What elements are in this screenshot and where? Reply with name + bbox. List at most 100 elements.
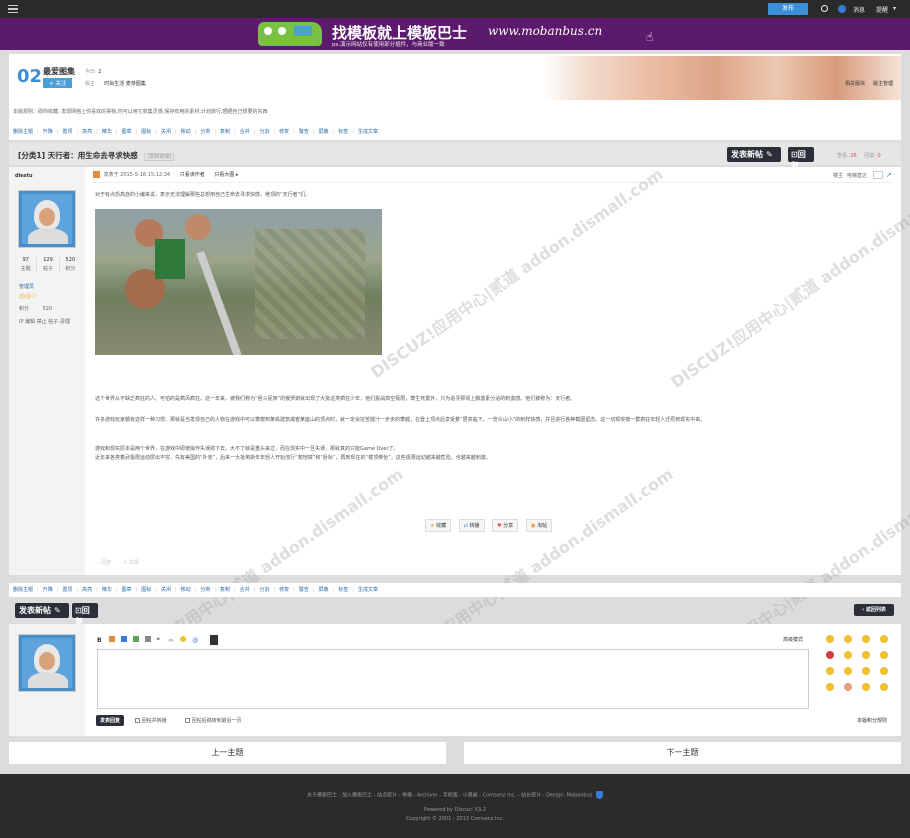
smiley-icon[interactable] [826,635,834,643]
fullscreen-icon[interactable] [210,635,219,645]
reminder-link[interactable]: 提醒 [876,5,888,14]
smiley-icon[interactable] [862,651,870,659]
mod-action-link[interactable]: 合并 [240,129,250,135]
mod-action-link[interactable]: 合并 [240,587,250,593]
smiley-icon[interactable] [844,683,852,691]
thread-category[interactable]: [分类1] [18,151,45,160]
reply-option-1[interactable]: 回帖并转播 [135,717,167,724]
mod-action-link[interactable]: 修复 [279,129,289,135]
footer-links[interactable]: 关于模板巴士 - 加入模板巴士 - 站点统计 - 举报 - Archiver -… [0,791,910,799]
smiley-icon[interactable] [862,683,870,691]
smiley-icon[interactable] [862,635,870,643]
only-author-link[interactable]: 只看该作者 [180,172,205,178]
smiley-icon[interactable] [880,635,888,643]
mod-action-link[interactable]: 生成文章 [358,129,378,135]
mod-list[interactable]: 时尚生活 麦芽图集 [104,81,146,87]
view-large-link[interactable]: 只看大图 [214,172,234,178]
video-icon[interactable] [144,635,151,642]
smiley-icon[interactable] [880,683,888,691]
follow-button[interactable]: + 关注 [43,78,73,88]
mod-action-link[interactable]: 升降 [43,587,53,593]
smiley-icon[interactable] [844,651,852,659]
photo-icon[interactable] [132,635,139,642]
report-link[interactable]: ✎ 举报 [123,560,139,566]
new-post-button[interactable]: 发表新帖 ✎ [727,147,781,162]
advanced-mode-link[interactable]: 高级模式 [783,636,803,643]
smiley-icon[interactable] [826,667,834,675]
mod-action-link[interactable]: 复制 [220,587,230,593]
search-icon[interactable] [821,5,828,12]
mod-action-link[interactable]: 图标 [141,129,151,135]
back-list-button[interactable]: ‹ 返回列表 [854,604,894,616]
moderate-link[interactable]: 版主管理 [873,80,893,87]
footer-links-text[interactable]: 关于模板巴士 - 加入模板巴士 - 站点统计 - 举报 - Archiver -… [307,793,592,799]
mod-action-link[interactable]: 图章 [122,587,132,593]
floor-input[interactable] [873,171,883,179]
mod-action-link[interactable]: 屏蔽 [319,129,329,135]
reply-button[interactable]: ⊡回复 [788,147,814,170]
mod-action-link[interactable]: 移动 [181,587,191,593]
author-stat[interactable]: 520 积分 [60,257,81,272]
mod-action-link[interactable]: 高亮 [82,587,92,593]
color-icon[interactable] [108,635,115,642]
smiley-icon[interactable] [862,667,870,675]
reply-button-bottom[interactable]: ⊡回复 [72,603,98,626]
mod-action-link[interactable]: 移动 [181,129,191,135]
copy-link[interactable]: [复制链接] [144,153,175,161]
reply-link[interactable]: ▭ 回复 [95,560,111,566]
mod-action-link[interactable]: 删除主题 [13,587,33,593]
smiley-icon[interactable] [880,667,888,675]
mod-action-link[interactable]: 置顶 [62,587,72,593]
smiley-icon[interactable] [880,651,888,659]
mod-action-link[interactable]: 图标 [141,587,151,593]
submit-reply-button[interactable]: 发表回复 [96,715,125,726]
reply-option-2[interactable]: 回帖后跳转到最后一页 [185,717,242,724]
ad-banner[interactable]: 找模板就上模板巴士 www.mobanbus.cn ps.演示网站仅有使用部分插… [0,18,910,50]
points-rule-link[interactable]: 本版积分规则 [857,717,887,724]
reply-textarea[interactable] [97,649,809,709]
mod-action-link[interactable]: 分类 [200,129,210,135]
prev-thread-button[interactable]: 上一主题 [9,742,446,764]
repost-button[interactable]: ⇄ 转播 [458,519,485,532]
mod-action-link[interactable]: 关闭 [161,587,171,593]
quote-icon[interactable]: ❝ [157,637,163,644]
author-avatar[interactable] [18,190,76,248]
hamburger-icon[interactable] [8,5,18,13]
checkbox[interactable] [185,718,190,723]
related-forums-link[interactable]: 相关版块 [845,80,865,87]
reply-avatar[interactable] [18,634,76,692]
mod-action-link[interactable]: 标签 [338,129,348,135]
bold-icon[interactable]: B [97,637,103,644]
mod-action-link[interactable]: 分类 [200,587,210,593]
at-icon[interactable]: @ [192,637,198,644]
post-image[interactable] [95,209,382,355]
mod-action-link[interactable]: 精华 [102,129,112,135]
smiley-icon[interactable] [844,635,852,643]
mod-action-link[interactable]: 升降 [43,129,53,135]
mod-action-link[interactable]: 生成文章 [358,587,378,593]
next-thread-button[interactable]: 下一主题 [464,742,901,764]
mod-action-link[interactable]: 图章 [122,129,132,135]
mod-action-link[interactable]: 高亮 [82,129,92,135]
author-name[interactable]: diestu [15,173,33,179]
share-button[interactable]: ♥ 分享 [492,519,519,532]
collect-button[interactable]: ▣ 淘帖 [525,519,553,532]
smiley-icon[interactable] [844,667,852,675]
post-button[interactable]: 发布 [768,3,808,15]
mod-action-link[interactable]: 复制 [220,129,230,135]
favorite-button[interactable]: ★ 收藏 [425,519,452,532]
author-stat[interactable]: 129 帖子 [37,257,60,272]
avatar-small[interactable] [838,5,846,13]
new-post-button-bottom[interactable]: 发表新帖 ✎ [15,603,69,618]
mod-action-link[interactable]: 修复 [279,587,289,593]
mod-action-link[interactable]: 警告 [299,129,309,135]
mod-action-link[interactable]: 删除主题 [13,129,33,135]
mod-action-link[interactable]: 分割 [259,587,269,593]
messages-link[interactable]: 消息 [853,5,865,14]
smiley-icon[interactable] [826,683,834,691]
mod-action-link[interactable]: 精华 [102,587,112,593]
mod-action-link[interactable]: 标签 [338,587,348,593]
mod-action-link[interactable]: 关闭 [161,129,171,135]
mod-action-link[interactable]: 置顶 [62,129,72,135]
electric-label[interactable]: 电梯直达 [847,172,867,179]
